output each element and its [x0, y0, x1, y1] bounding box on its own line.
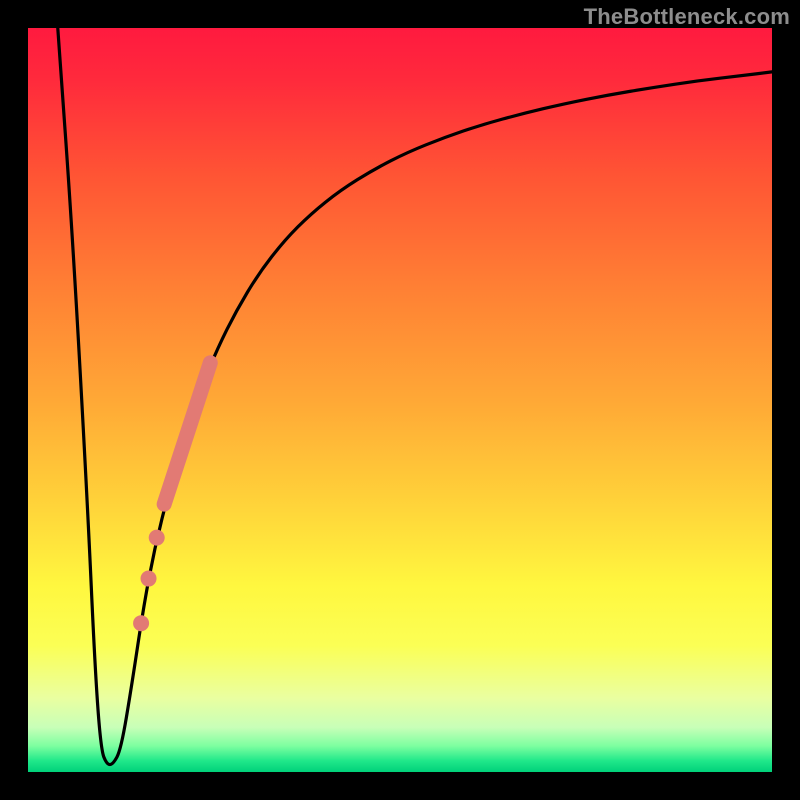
chart-stage: TheBottleneck.com [0, 0, 800, 800]
plot-area [28, 28, 772, 772]
highlight-segment [164, 363, 210, 504]
watermark-text: TheBottleneck.com [584, 4, 790, 30]
curve-layer [28, 28, 772, 772]
bottleneck-curve [58, 28, 772, 765]
highlight-dot [133, 615, 149, 631]
highlight-dot [149, 530, 165, 546]
highlight-dot [141, 571, 157, 587]
highlight-dots [133, 530, 165, 632]
